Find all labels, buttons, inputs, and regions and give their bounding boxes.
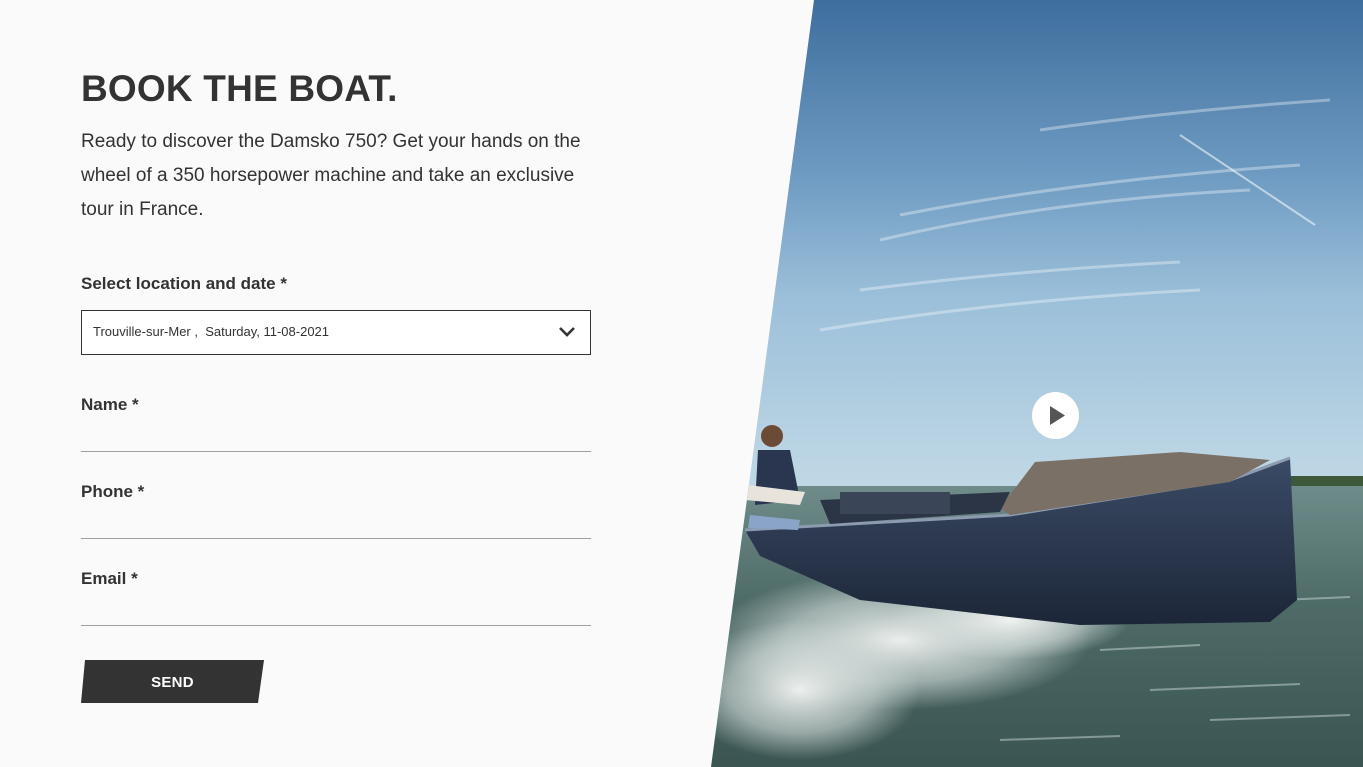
page-title: BOOK THE BOAT. — [81, 68, 398, 109]
email-label: Email * — [81, 569, 138, 588]
play-icon — [1050, 406, 1065, 425]
video-play-button[interactable] — [1032, 392, 1079, 439]
phone-label: Phone * — [81, 482, 145, 501]
hero-image-panel — [711, 0, 1363, 767]
location-label: Select location and date * — [81, 274, 287, 293]
phone-field[interactable] — [81, 508, 591, 539]
location-date-select[interactable]: Trouville-sur-Mer , Saturday, 11-08-2021 — [81, 310, 591, 355]
boat-photo — [711, 0, 1363, 767]
location-date-value: Trouville-sur-Mer , Saturday, 11-08-2021 — [93, 324, 330, 339]
send-button[interactable]: SEND — [81, 660, 264, 703]
chevron-down-icon — [559, 327, 575, 337]
email-field[interactable] — [81, 595, 591, 626]
booking-page: BOOK THE BOAT. Ready to discover the Dam… — [0, 0, 1363, 767]
name-field[interactable] — [81, 421, 591, 452]
name-label: Name * — [81, 395, 139, 414]
intro-text: Ready to discover the Damsko 750? Get yo… — [81, 131, 581, 220]
